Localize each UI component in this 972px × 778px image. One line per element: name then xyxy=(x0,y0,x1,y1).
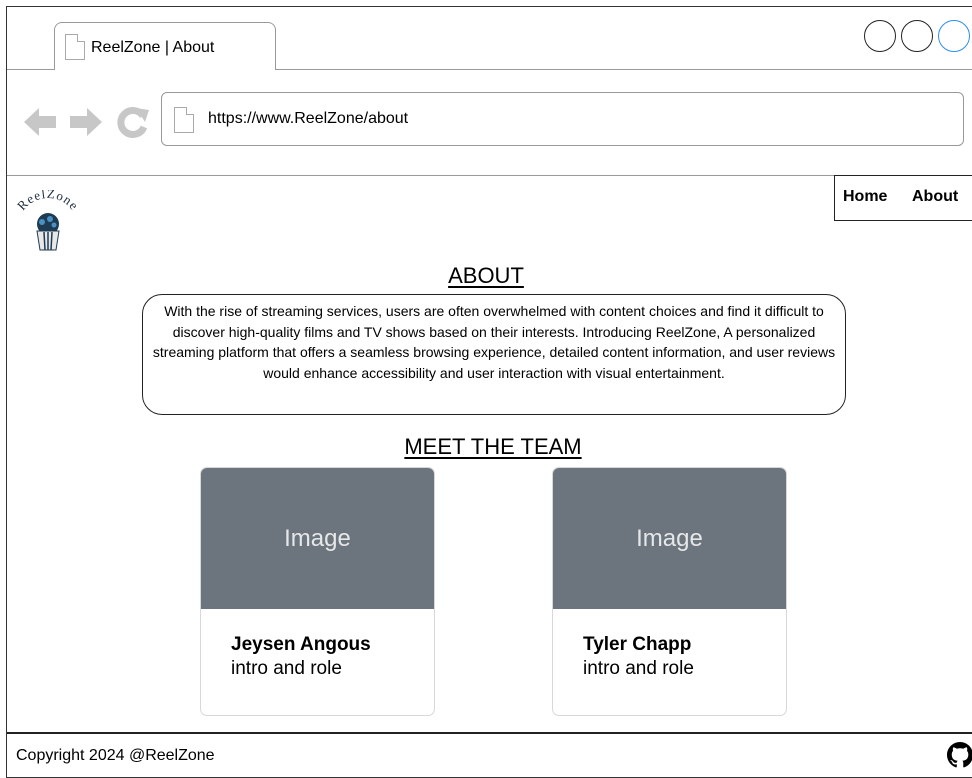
team-card: Image Jeysen Angous intro and role xyxy=(200,467,435,716)
back-arrow-icon[interactable] xyxy=(22,104,58,140)
copyright-text: Copyright 2024 @ReelZone xyxy=(16,747,215,764)
chrome-divider xyxy=(7,175,972,176)
svg-text:ReelZone: ReelZone xyxy=(14,190,82,213)
team-member-role: intro and role xyxy=(231,658,342,679)
address-bar[interactable]: https://www.ReelZone/about xyxy=(161,92,964,146)
footer-divider xyxy=(7,732,972,734)
window-button[interactable] xyxy=(864,20,896,52)
team-member-image: Image xyxy=(201,468,434,609)
reelzone-logo[interactable]: ReelZone xyxy=(12,190,92,262)
browser-tab[interactable]: ReelZone | About xyxy=(54,22,276,70)
team-card: Image Tyler Chapp intro and role xyxy=(552,467,787,716)
document-icon xyxy=(65,34,85,60)
url-text: https://www.ReelZone/about xyxy=(208,110,409,127)
nav-home-link[interactable]: Home xyxy=(843,188,887,206)
site-nav: Home About xyxy=(834,175,972,221)
team-member-name: Jeysen Angous xyxy=(231,634,371,655)
team-member-image: Image xyxy=(553,468,786,609)
window-button[interactable] xyxy=(901,20,933,52)
about-heading: ABOUT xyxy=(448,263,524,288)
tab-strip-line xyxy=(7,69,54,70)
team-member-role: intro and role xyxy=(583,658,694,679)
team-member-name: Tyler Chapp xyxy=(583,634,692,655)
nav-about-link[interactable]: About xyxy=(912,188,958,206)
tab-title: ReelZone | About xyxy=(91,39,215,56)
document-icon xyxy=(174,107,194,133)
tab-strip-line xyxy=(276,69,972,70)
team-heading: MEET THE TEAM xyxy=(404,434,582,459)
window-button[interactable] xyxy=(938,20,970,52)
forward-arrow-icon[interactable] xyxy=(68,104,104,140)
github-icon[interactable] xyxy=(947,740,972,770)
about-description: With the rise of streaming services, use… xyxy=(142,294,846,415)
refresh-icon[interactable] xyxy=(115,104,151,140)
